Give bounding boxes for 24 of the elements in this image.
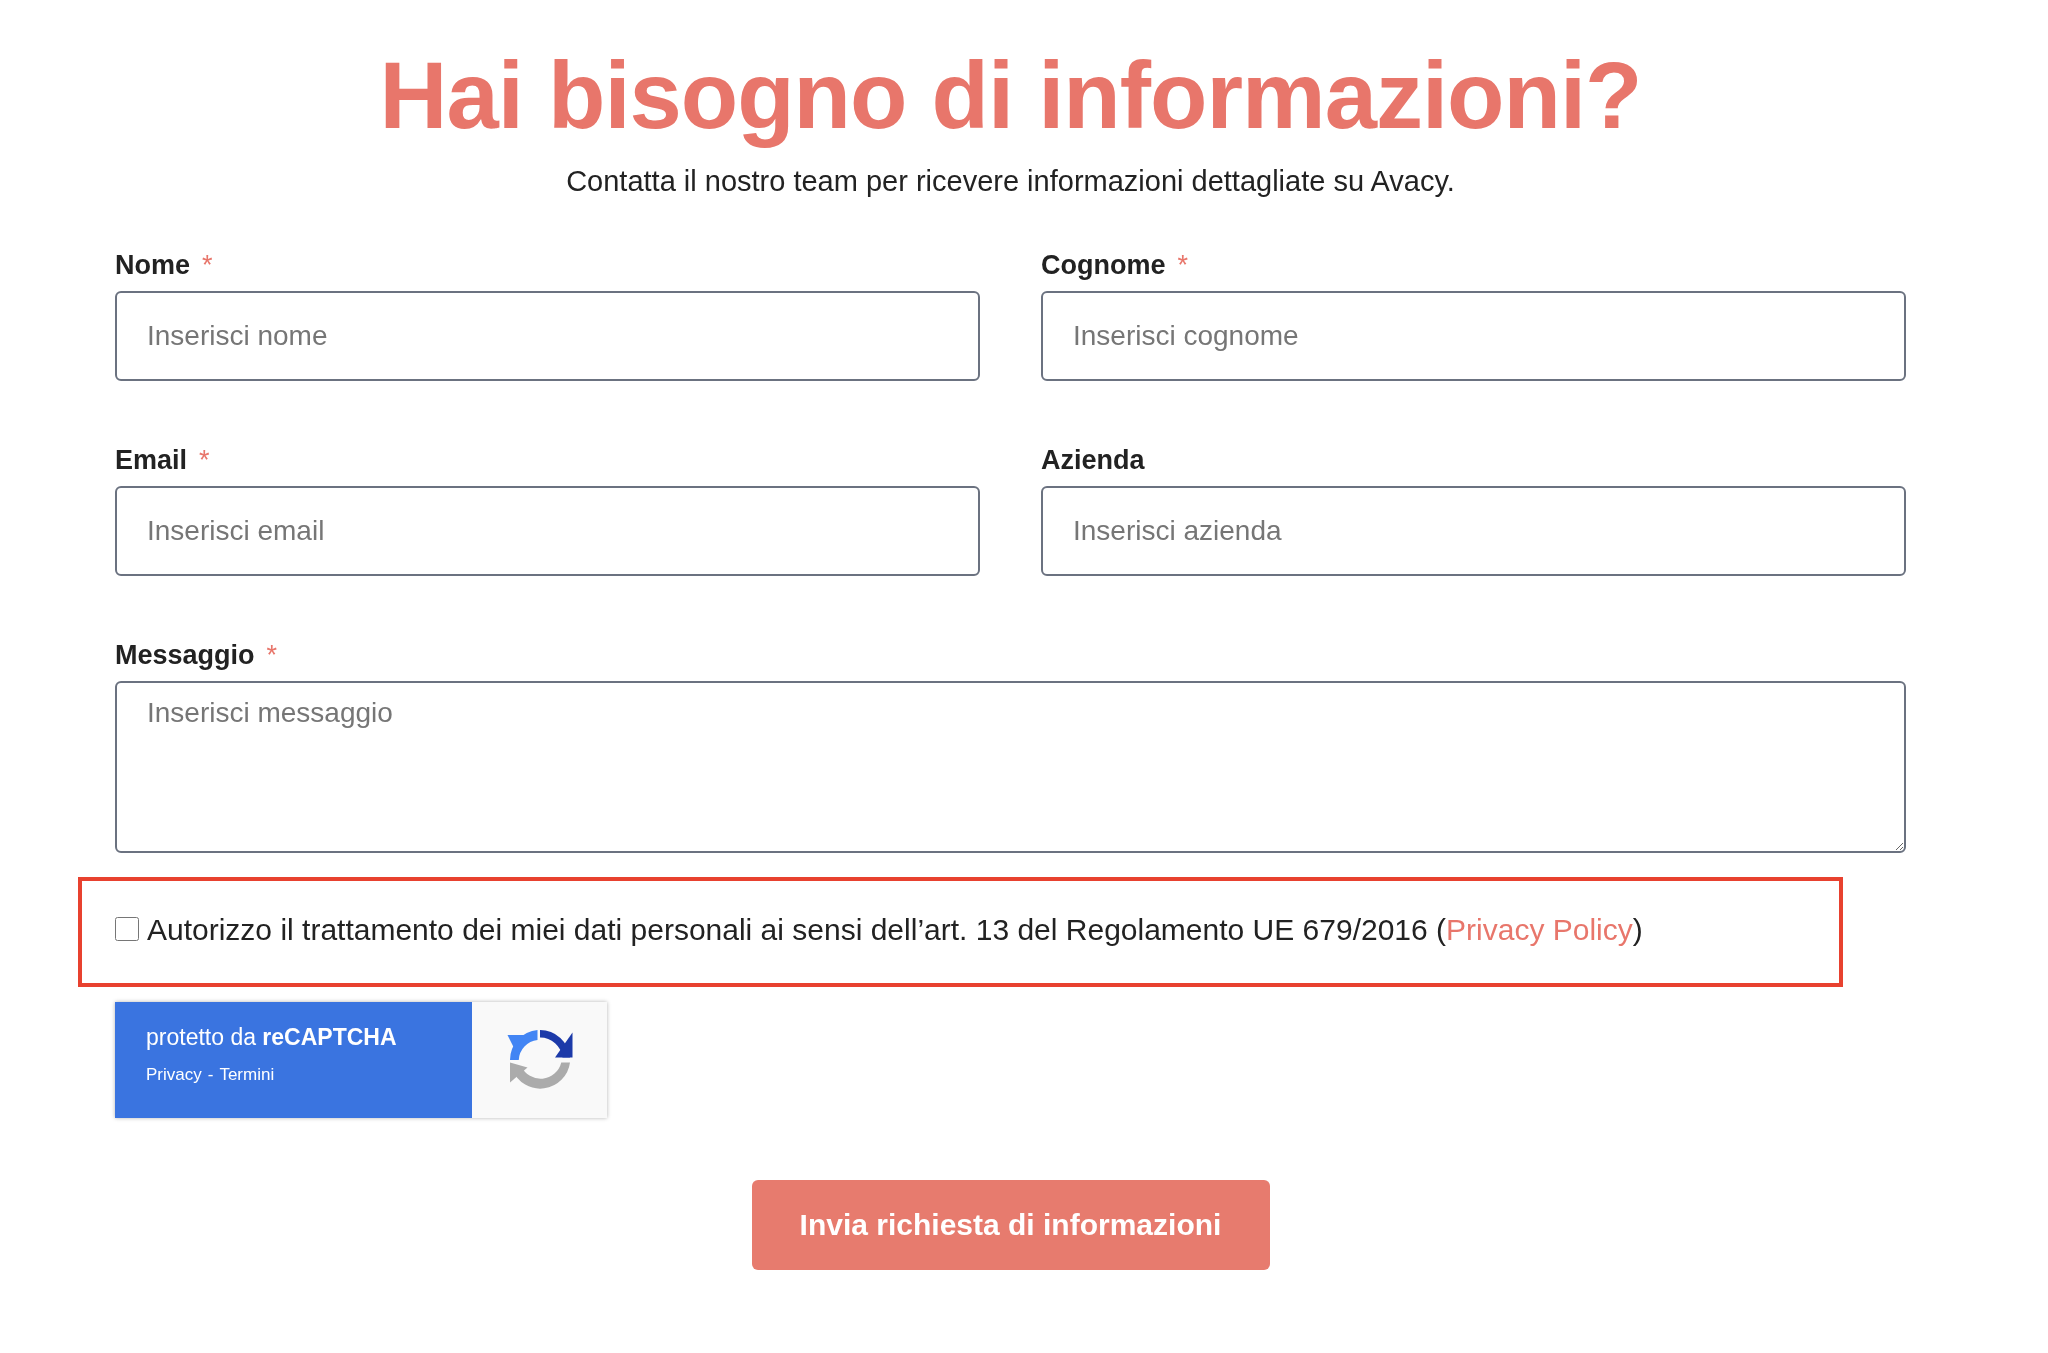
input-field[interactable]: Inserisci nome — [115, 291, 980, 382]
input-field[interactable]: Inserisci azienda — [1041, 486, 1906, 577]
recaptcha-label: protetto da reCAPTCHA — [146, 1024, 398, 1052]
field-label: Cognome — [1041, 250, 1166, 282]
link-separator: - — [207, 1065, 214, 1086]
page-title: Hai bisogno di informazioni? — [379, 44, 1642, 148]
privacy-policy-link[interactable]: Privacy Policy — [1446, 913, 1633, 947]
submit-button[interactable]: Invia richiesta di informazioni — [751, 1180, 1270, 1271]
consent-text: Autorizzo il trattamento dei miei dati personali ai sensi dell’art. 13 del Regolamento UE 679/2016 (Privacy Policy) — [147, 913, 1643, 948]
required-mark: * — [1177, 250, 1188, 282]
field-label: Messaggio — [115, 640, 255, 672]
message-field[interactable]: Inserisci messaggio — [115, 681, 1906, 854]
field-label: Nome — [115, 250, 190, 282]
page-subtitle: Contatta il nostro team per ricevere informazioni dettagliate su Avacy. — [566, 165, 1455, 199]
required-mark: * — [199, 445, 210, 477]
recaptcha-link[interactable]: Termini — [219, 1065, 275, 1086]
required-mark: * — [266, 640, 278, 672]
recaptcha-link[interactable]: Privacy — [146, 1065, 202, 1086]
input-field[interactable]: Inserisci cognome — [1041, 291, 1906, 382]
required-mark: * — [202, 250, 213, 282]
field-label: Azienda — [1041, 445, 1145, 477]
consent-checkbox[interactable] — [115, 917, 139, 942]
input-field[interactable]: Inserisci email — [115, 486, 980, 577]
field-label: Email — [115, 445, 188, 477]
